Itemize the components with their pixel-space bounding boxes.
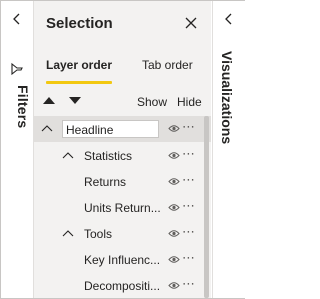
- chevron-up-icon[interactable]: [62, 150, 74, 160]
- more-options-icon[interactable]: ⋯: [182, 172, 195, 188]
- list-item-label: Key Influenc...: [84, 253, 161, 267]
- more-options-icon[interactable]: ⋯: [182, 119, 195, 135]
- tab-layer-order[interactable]: Layer order: [46, 58, 112, 72]
- more-options-icon[interactable]: ⋯: [182, 224, 195, 240]
- selection-title: Selection: [46, 15, 113, 32]
- hide-button[interactable]: Hide: [177, 95, 202, 109]
- selection-pane: Selection Layer order Tab order Show Hid…: [34, 1, 211, 298]
- list-item-statistics[interactable]: Statistics ⋯: [34, 143, 211, 169]
- move-down-icon[interactable]: [68, 94, 82, 106]
- eye-icon[interactable]: [168, 229, 180, 238]
- eye-icon[interactable]: [168, 151, 180, 160]
- visualizations-rail[interactable]: Visualizations: [212, 1, 245, 298]
- close-icon[interactable]: [184, 16, 198, 30]
- list-item-tools[interactable]: Tools ⋯: [34, 221, 211, 247]
- pane-frame: Filters Selection Layer order Tab order …: [0, 0, 245, 299]
- list-item-label: Decompositi...: [84, 279, 161, 293]
- scrollbar[interactable]: [204, 116, 209, 298]
- list-item-units-returned[interactable]: Units Return... ⋯: [34, 195, 211, 221]
- list-item-decomposition[interactable]: Decompositi... ⋯: [34, 273, 211, 298]
- tab-tab-order[interactable]: Tab order: [142, 58, 193, 72]
- filters-label[interactable]: Filters: [3, 85, 31, 145]
- visualizations-label[interactable]: Visualizations: [219, 51, 235, 171]
- more-options-icon[interactable]: ⋯: [182, 276, 195, 292]
- chevron-left-icon[interactable]: [10, 11, 24, 27]
- rename-input[interactable]: Headline: [62, 120, 159, 138]
- list-item-label: Headline: [66, 123, 114, 137]
- eye-icon[interactable]: [168, 203, 180, 212]
- list-item-key-influencers[interactable]: Key Influenc... ⋯: [34, 247, 211, 273]
- more-options-icon[interactable]: ⋯: [182, 198, 195, 214]
- filter-icon: [11, 62, 23, 76]
- list-item-label: Statistics: [84, 149, 133, 163]
- eye-icon[interactable]: [168, 177, 180, 186]
- filters-rail[interactable]: Filters: [1, 1, 34, 298]
- list-item-label: Tools: [84, 227, 113, 241]
- layer-list: Headline ⋯ Statistics ⋯ Returns ⋯ Units …: [34, 116, 211, 298]
- chevron-up-icon[interactable]: [41, 123, 53, 133]
- list-item-headline[interactable]: Headline ⋯: [34, 116, 211, 142]
- eye-icon[interactable]: [168, 124, 180, 133]
- list-item-label: Returns: [84, 175, 127, 189]
- show-button[interactable]: Show: [137, 95, 167, 109]
- active-tab-indicator: [46, 81, 112, 84]
- list-item-label: Units Return...: [84, 201, 161, 215]
- chevron-up-icon[interactable]: [62, 228, 74, 238]
- more-options-icon[interactable]: ⋯: [182, 250, 195, 266]
- eye-icon[interactable]: [168, 255, 180, 264]
- list-item-returns[interactable]: Returns ⋯: [34, 169, 211, 195]
- eye-icon[interactable]: [168, 281, 180, 290]
- chevron-left-icon[interactable]: [222, 11, 236, 27]
- move-up-icon[interactable]: [42, 94, 56, 106]
- more-options-icon[interactable]: ⋯: [182, 146, 195, 162]
